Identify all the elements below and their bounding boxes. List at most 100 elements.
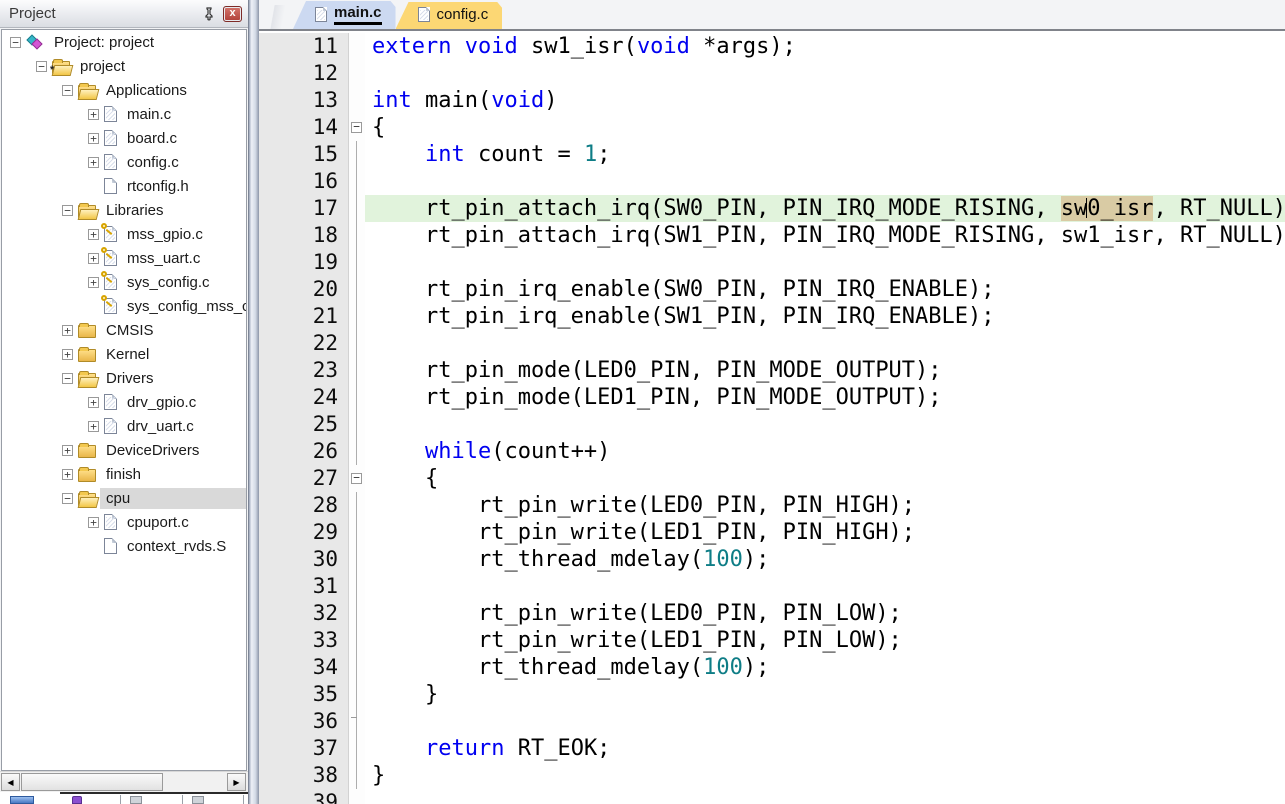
expand-icon[interactable]: + bbox=[88, 253, 99, 264]
fold-collapse-icon[interactable]: − bbox=[349, 465, 365, 492]
code-line-14[interactable]: 14−{ bbox=[259, 114, 1285, 141]
collapse-icon[interactable]: − bbox=[36, 61, 47, 72]
tree-item-cpu[interactable]: −cpu bbox=[2, 486, 246, 510]
tree-item-project[interactable]: −*project bbox=[2, 54, 246, 78]
search-match-highlight: sw bbox=[1061, 196, 1088, 221]
collapse-icon[interactable]: − bbox=[10, 37, 21, 48]
fold-margin bbox=[349, 573, 365, 600]
code-line-37[interactable]: 37 return RT_EOK; bbox=[259, 735, 1285, 762]
tree-item-board-c[interactable]: +board.c bbox=[2, 126, 246, 150]
code-line-13[interactable]: 13int main(void) bbox=[259, 87, 1285, 114]
line-number: 19 bbox=[259, 249, 349, 276]
collapse-icon[interactable]: − bbox=[62, 85, 73, 96]
templates-tab-icon[interactable] bbox=[192, 796, 204, 804]
tab-main-c[interactable]: main.c bbox=[293, 1, 396, 29]
code-line-35[interactable]: 35 } bbox=[259, 681, 1285, 708]
code-editor[interactable]: 11extern void sw1_isr(void *args);1213in… bbox=[259, 33, 1285, 804]
tree-item-drivers[interactable]: −Drivers bbox=[2, 366, 246, 390]
scroll-left-arrow[interactable]: ◀ bbox=[1, 773, 20, 791]
tree-item-mss-uart-c[interactable]: +mss_uart.c bbox=[2, 246, 246, 270]
expand-icon[interactable]: + bbox=[88, 397, 99, 408]
tab-config-c[interactable]: config.c bbox=[396, 2, 503, 29]
functions-tab-icon[interactable] bbox=[130, 796, 142, 804]
code-line-32[interactable]: 32 rt_pin_write(LED0_PIN, PIN_LOW); bbox=[259, 600, 1285, 627]
code-text: } bbox=[365, 762, 1285, 789]
tree-item-context-rvds-s[interactable]: context_rvds.S bbox=[2, 534, 246, 558]
scrollbar-thumb[interactable] bbox=[21, 773, 163, 791]
code-line-25[interactable]: 25 bbox=[259, 411, 1285, 438]
books-tab-icon[interactable] bbox=[72, 796, 82, 804]
code-line-28[interactable]: 28 rt_pin_write(LED0_PIN, PIN_HIGH); bbox=[259, 492, 1285, 519]
key-badge-icon bbox=[101, 223, 107, 229]
close-icon[interactable]: x bbox=[223, 6, 242, 22]
doc-lines bbox=[106, 109, 115, 120]
code-line-39[interactable]: 39 bbox=[259, 789, 1285, 804]
code-line-36[interactable]: 36 bbox=[259, 708, 1285, 735]
code-line-22[interactable]: 22 bbox=[259, 330, 1285, 357]
code-line-26[interactable]: 26 while(count++) bbox=[259, 438, 1285, 465]
code-line-11[interactable]: 11extern void sw1_isr(void *args); bbox=[259, 33, 1285, 60]
tree-item-cmsis[interactable]: +CMSIS bbox=[2, 318, 246, 342]
panel-splitter[interactable] bbox=[248, 0, 259, 804]
tree-item-libraries[interactable]: −Libraries bbox=[2, 198, 246, 222]
code-line-15[interactable]: 15 int count = 1; bbox=[259, 141, 1285, 168]
expand-icon[interactable]: + bbox=[62, 325, 73, 336]
code-text: { bbox=[365, 114, 1285, 141]
tree-item-finish[interactable]: +finish bbox=[2, 462, 246, 486]
tree-item-sys-config-c[interactable]: +sys_config.c bbox=[2, 270, 246, 294]
collapse-icon[interactable]: − bbox=[62, 493, 73, 504]
code-line-33[interactable]: 33 rt_pin_write(LED1_PIN, PIN_LOW); bbox=[259, 627, 1285, 654]
tree-item-cpuport-c[interactable]: +cpuport.c bbox=[2, 510, 246, 534]
horizontal-scrollbar[interactable]: ◀ ▶ bbox=[0, 771, 248, 792]
code-line-27[interactable]: 27− { bbox=[259, 465, 1285, 492]
code-line-18[interactable]: 18 rt_pin_attach_irq(SW1_PIN, PIN_IRQ_MO… bbox=[259, 222, 1285, 249]
tree-item-devicedrivers[interactable]: +DeviceDrivers bbox=[2, 438, 246, 462]
code-line-21[interactable]: 21 rt_pin_irq_enable(SW1_PIN, PIN_IRQ_EN… bbox=[259, 303, 1285, 330]
code-line-16[interactable]: 16 bbox=[259, 168, 1285, 195]
folder-icon bbox=[78, 349, 96, 362]
project-tab-icon[interactable] bbox=[10, 796, 34, 804]
code-line-34[interactable]: 34 rt_thread_mdelay(100); bbox=[259, 654, 1285, 681]
code-line-24[interactable]: 24 rt_pin_mode(LED1_PIN, PIN_MODE_OUTPUT… bbox=[259, 384, 1285, 411]
expand-icon[interactable]: + bbox=[88, 229, 99, 240]
expand-icon[interactable]: + bbox=[62, 469, 73, 480]
line-number: 37 bbox=[259, 735, 349, 762]
code-line-31[interactable]: 31 bbox=[259, 573, 1285, 600]
code-line-20[interactable]: 20 rt_pin_irq_enable(SW0_PIN, PIN_IRQ_EN… bbox=[259, 276, 1285, 303]
tree-item-kernel[interactable]: +Kernel bbox=[2, 342, 246, 366]
pin-icon[interactable] bbox=[201, 6, 217, 22]
tree-item-config-c[interactable]: +config.c bbox=[2, 150, 246, 174]
code-line-30[interactable]: 30 rt_thread_mdelay(100); bbox=[259, 546, 1285, 573]
expand-icon[interactable]: + bbox=[62, 349, 73, 360]
tree-item-drv-gpio-c[interactable]: +drv_gpio.c bbox=[2, 390, 246, 414]
code-line-29[interactable]: 29 rt_pin_write(LED1_PIN, PIN_HIGH); bbox=[259, 519, 1285, 546]
code-line-38[interactable]: 38} bbox=[259, 762, 1285, 789]
expand-icon[interactable]: + bbox=[88, 109, 99, 120]
tree-item-applications[interactable]: −Applications bbox=[2, 78, 246, 102]
collapse-icon[interactable]: − bbox=[62, 205, 73, 216]
expand-icon[interactable]: + bbox=[88, 277, 99, 288]
expand-icon[interactable]: + bbox=[88, 157, 99, 168]
tree-item-mss-gpio-c[interactable]: +mss_gpio.c bbox=[2, 222, 246, 246]
fold-collapse-icon[interactable]: − bbox=[349, 114, 365, 141]
tree-item-rtconfig-h[interactable]: rtconfig.h bbox=[2, 174, 246, 198]
expand-icon[interactable]: + bbox=[88, 421, 99, 432]
expand-icon[interactable]: + bbox=[88, 133, 99, 144]
tree-item-sys-config-mss-clc[interactable]: sys_config_mss_clc bbox=[2, 294, 246, 318]
fold-margin bbox=[349, 222, 365, 249]
code-line-19[interactable]: 19 bbox=[259, 249, 1285, 276]
expand-icon[interactable]: + bbox=[88, 517, 99, 528]
collapse-icon[interactable]: − bbox=[62, 373, 73, 384]
scroll-right-arrow[interactable]: ▶ bbox=[227, 773, 246, 791]
tree-item-drv-uart-c[interactable]: +drv_uart.c bbox=[2, 414, 246, 438]
code-line-12[interactable]: 12 bbox=[259, 60, 1285, 87]
code-line-23[interactable]: 23 rt_pin_mode(LED0_PIN, PIN_MODE_OUTPUT… bbox=[259, 357, 1285, 384]
tree-item-project-project[interactable]: −Project: project bbox=[2, 30, 246, 54]
tab-label: main.c bbox=[334, 4, 382, 25]
doc-lines bbox=[106, 157, 115, 168]
folder-open-badge-icon: * bbox=[52, 61, 70, 74]
code-text bbox=[365, 60, 1285, 87]
expand-icon[interactable]: + bbox=[62, 445, 73, 456]
tree-item-main-c[interactable]: +main.c bbox=[2, 102, 246, 126]
code-line-17[interactable]: 17 rt_pin_attach_irq(SW0_PIN, PIN_IRQ_MO… bbox=[259, 195, 1285, 222]
